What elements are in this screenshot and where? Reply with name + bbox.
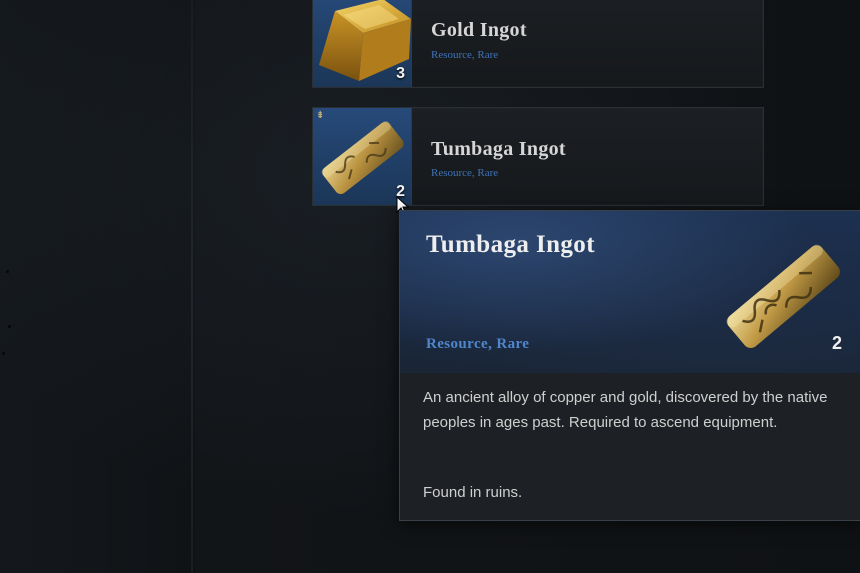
item-tooltip: Tumbaga Ingot Resource, Rare 2 An ancien… — [399, 210, 860, 521]
panel-divider — [191, 0, 193, 573]
background-speck — [6, 270, 9, 273]
item-thumbnail: ⇟ 2 — [313, 108, 412, 205]
inventory-item-tumbaga-ingot[interactable]: ⇟ 2 Tumbaga Ingot Resource, Rare — [312, 107, 764, 206]
tooltip-description: An ancient alloy of copper and gold, dis… — [423, 389, 828, 431]
item-name: Gold Ingot — [431, 19, 527, 41]
item-thumbnail: ⇟ 3 — [313, 0, 412, 87]
tooltip-source: Found in ruins. — [423, 484, 523, 501]
game-inventory-screen: ⇟ 3 Gold Ingot Re — [0, 0, 860, 573]
item-count: 3 — [396, 65, 405, 82]
inventory-item-gold-ingot[interactable]: ⇟ 3 Gold Ingot Re — [312, 0, 764, 88]
item-name: Tumbaga Ingot — [431, 138, 566, 160]
tooltip-title: Tumbaga Ingot — [426, 231, 595, 258]
item-category: Resource, Rare — [431, 167, 499, 179]
background-speck — [8, 325, 11, 328]
tumbaga-ingot-icon — [726, 244, 840, 349]
tooltip-category: Resource, Rare — [426, 336, 530, 352]
tooltip-count: 2 — [832, 333, 843, 353]
tooltip-header: Tumbaga Ingot Resource, Rare 2 — [400, 211, 860, 373]
item-category: Resource, Rare — [431, 49, 499, 61]
background-speck — [2, 352, 5, 355]
